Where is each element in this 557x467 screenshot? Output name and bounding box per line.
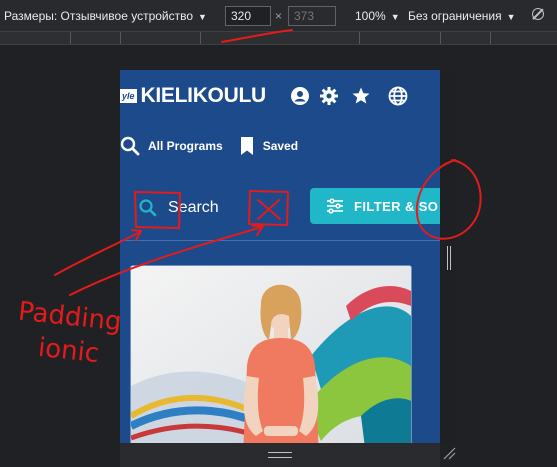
app-header: yle KIELI KOULU <box>120 70 440 122</box>
program-card[interactable] <box>130 265 412 443</box>
toolbar-divider <box>120 240 440 241</box>
nav-saved-label: Saved <box>262 139 299 153</box>
throttle-dropdown[interactable]: Без ограничения ▼ <box>408 9 516 23</box>
search-button[interactable]: Search <box>138 198 219 218</box>
logo-text-light: KOULU <box>192 84 266 107</box>
nav-all-programs[interactable]: All Programs <box>120 136 223 156</box>
search-label: Search <box>168 199 219 216</box>
emulated-viewport: yle KIELI KOULU All Programs Saved Searc… <box>120 70 440 443</box>
kielikoulu-logo[interactable]: yle KIELI KOULU <box>120 84 266 108</box>
filter-sort-label: FILTER & SO <box>354 198 439 214</box>
clear-search-button[interactable] <box>257 198 285 224</box>
dimensions-dropdown[interactable]: Размеры: Отзывчивое устройство ▼ <box>4 9 207 23</box>
zoom-label: 100% <box>355 9 386 23</box>
right-resize-handle[interactable] <box>447 246 451 270</box>
chevron-down-icon: ▼ <box>198 12 207 22</box>
search-toolbar: Search FILTER & SO <box>120 188 440 228</box>
nav-all-programs-label: All Programs <box>148 139 223 153</box>
globe-icon[interactable] <box>388 86 408 106</box>
disable-sensors-icon[interactable] <box>532 8 544 20</box>
chevron-down-icon: ▼ <box>506 12 516 22</box>
search-icon <box>139 199 157 217</box>
height-input[interactable] <box>288 6 336 26</box>
dimensions-label: Размеры: Отзывчивое устройство <box>4 9 194 23</box>
gear-icon[interactable] <box>319 86 339 106</box>
corner-resize-handle[interactable] <box>442 446 456 460</box>
user-icon[interactable] <box>290 86 310 106</box>
bottom-resize-handle[interactable] <box>120 443 440 467</box>
bookmark-icon <box>240 137 253 155</box>
throttle-label: Без ограничения <box>408 9 502 23</box>
program-thumbnail <box>131 266 411 443</box>
media-query-bar[interactable] <box>0 32 557 45</box>
filter-sort-button[interactable]: FILTER & SO <box>310 188 440 224</box>
nav-saved[interactable]: Saved <box>239 136 298 156</box>
annotation-note-line2: ionic <box>36 332 101 370</box>
yle-badge: yle <box>120 89 137 103</box>
main-nav: All Programs Saved <box>120 132 314 160</box>
logo-text-bold: KIELI <box>140 84 193 107</box>
annotation-note-line1: Padding <box>16 296 123 338</box>
device-toolbar: Размеры: Отзывчивое устройство▼ × 100%▼ … <box>0 0 557 32</box>
width-input[interactable] <box>225 6 271 26</box>
search-icon <box>120 136 140 156</box>
sliders-icon <box>327 198 343 214</box>
chevron-down-icon: ▼ <box>390 12 400 22</box>
star-icon[interactable] <box>351 86 371 106</box>
times-icon: × <box>275 9 283 23</box>
zoom-dropdown[interactable]: 100% ▼ <box>355 9 400 23</box>
